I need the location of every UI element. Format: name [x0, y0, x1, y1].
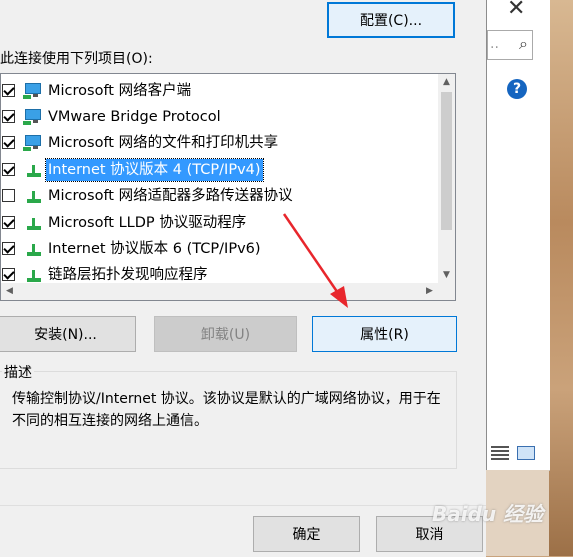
scroll-thumb[interactable]	[441, 92, 452, 230]
close-icon[interactable]: ✕	[507, 0, 525, 21]
background-window-panel: ✕ .. ⌕ ?	[486, 0, 550, 471]
item-checkbox[interactable]	[2, 242, 15, 255]
background-window: ✕ .. ⌕ ?	[486, 0, 573, 556]
view-toggle	[491, 446, 539, 462]
list-item[interactable]: VMware Bridge Protocol	[1, 104, 437, 130]
monitor-icon	[23, 82, 43, 100]
item-label: VMware Bridge Protocol	[48, 109, 221, 125]
watermark: Baidu 经验	[432, 502, 544, 526]
network-protocol-icon	[23, 161, 43, 179]
details-view-icon[interactable]	[491, 446, 509, 460]
scroll-right-icon[interactable]: ▶	[421, 283, 438, 300]
horizontal-scrollbar[interactable]: ◀ ▶	[1, 283, 455, 300]
description-title: 描述	[2, 362, 34, 382]
item-checkbox[interactable]	[2, 163, 15, 176]
vertical-scrollbar[interactable]: ▲ ▼	[438, 74, 455, 284]
network-items-list[interactable]: Microsoft 网络客户端 VMware Bridge Protocol M…	[0, 73, 456, 301]
install-button[interactable]: 安装(N)...	[0, 316, 136, 352]
network-protocol-icon	[23, 214, 43, 232]
item-checkbox[interactable]	[2, 136, 15, 149]
item-label: Microsoft 网络客户端	[48, 83, 192, 99]
list-item[interactable]: Internet 协议版本 6 (TCP/IPv6)	[1, 236, 437, 262]
item-checkbox[interactable]	[2, 110, 15, 123]
scroll-up-icon[interactable]: ▲	[438, 74, 455, 91]
list-item[interactable]: Microsoft 网络的文件和打印机共享	[1, 130, 437, 156]
connection-items-label: 此连接使用下列项目(O):	[0, 51, 153, 67]
network-protocol-icon	[23, 187, 43, 205]
configure-button[interactable]: 配置(C)...	[327, 2, 455, 38]
adapter-properties-dialog: 配置(C)... 此连接使用下列项目(O): Microsoft 网络客户端 V…	[0, 0, 486, 557]
large-icons-view-icon[interactable]	[517, 446, 535, 460]
help-icon[interactable]: ?	[507, 79, 527, 99]
description-text: 传输控制协议/Internet 协议。该协议是默认的广域网络协议，用于在不同的相…	[12, 391, 441, 429]
network-protocol-icon	[23, 240, 43, 258]
search-icon[interactable]: ⌕	[519, 34, 528, 54]
item-label: Microsoft LLDP 协议驱动程序	[48, 215, 247, 231]
item-label: Microsoft 网络的文件和打印机共享	[48, 135, 279, 151]
list-item-selected[interactable]: Internet 协议版本 4 (TCP/IPv4)	[1, 157, 437, 183]
item-checkbox[interactable]	[2, 216, 15, 229]
search-placeholder-dots: ..	[490, 36, 499, 52]
item-label: Internet 协议版本 4 (TCP/IPv4)	[45, 158, 264, 182]
background-photo-strip	[549, 0, 573, 556]
list-item[interactable]: Microsoft 网络适配器多路传送器协议	[1, 183, 437, 209]
item-checkbox[interactable]	[2, 189, 15, 202]
scroll-left-icon[interactable]: ◀	[1, 283, 18, 300]
item-checkbox[interactable]	[2, 84, 15, 97]
item-label: Internet 协议版本 6 (TCP/IPv6)	[48, 241, 261, 257]
item-label: Microsoft 网络适配器多路传送器协议	[48, 188, 293, 204]
properties-button[interactable]: 属性(R)	[312, 316, 457, 352]
ok-button[interactable]: 确定	[253, 516, 360, 552]
network-protocol-icon	[23, 266, 43, 284]
monitor-icon	[23, 108, 43, 126]
monitor-icon	[23, 134, 43, 152]
list-item[interactable]: Microsoft 网络客户端	[1, 78, 437, 104]
item-checkbox[interactable]	[2, 268, 15, 281]
uninstall-button[interactable]: 卸载(U)	[154, 316, 297, 352]
search-input[interactable]: .. ⌕	[487, 30, 533, 60]
scroll-down-icon[interactable]: ▼	[438, 267, 455, 284]
list-item[interactable]: Microsoft LLDP 协议驱动程序	[1, 210, 437, 236]
